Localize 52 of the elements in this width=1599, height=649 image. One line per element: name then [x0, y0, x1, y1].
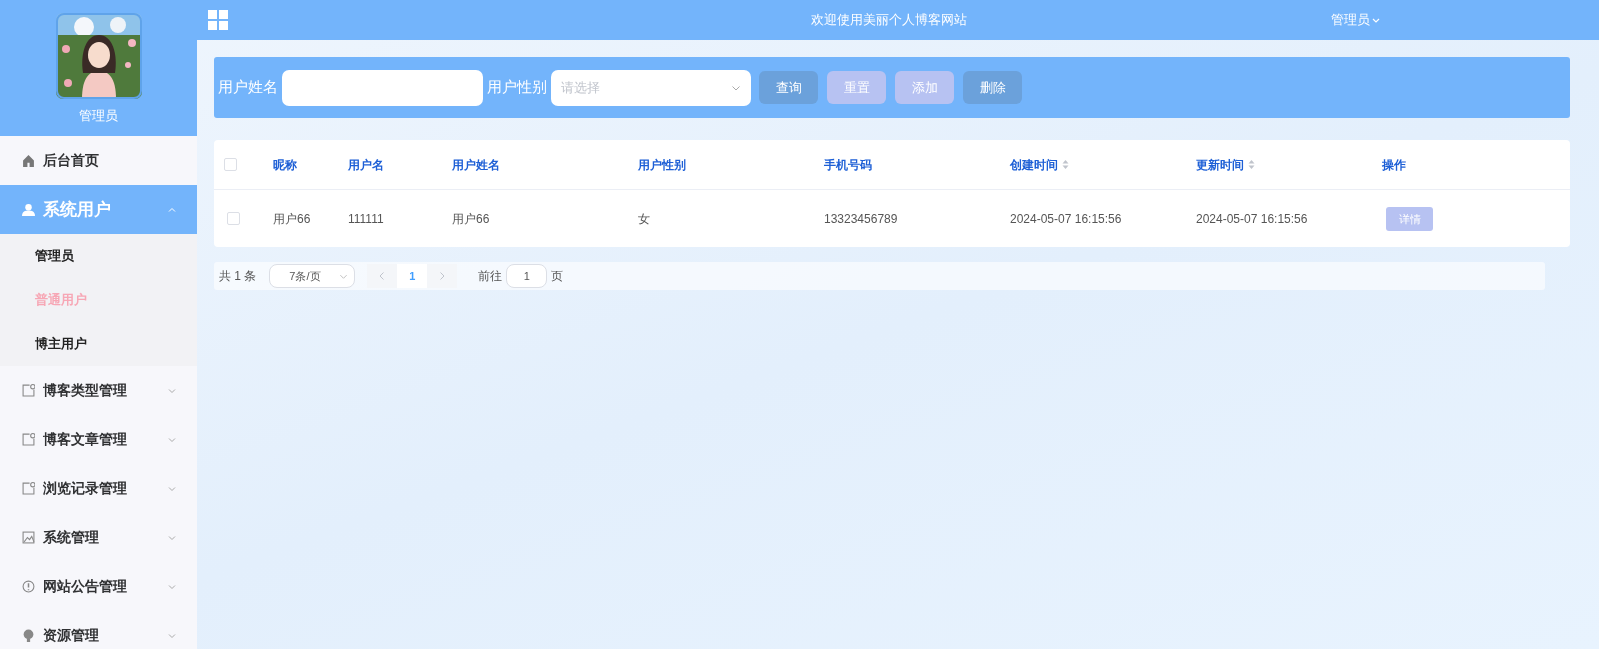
column-header: 用户性别	[638, 156, 686, 174]
page-size-select[interactable]: 7条/页	[269, 264, 356, 288]
column-header: 昵称	[273, 156, 297, 174]
field-label: 用户性别	[487, 77, 547, 98]
table-cell-text: 用户66	[452, 210, 491, 228]
field-label: 用户姓名	[218, 77, 278, 98]
document-icon	[22, 384, 35, 397]
submenu-item[interactable]: 博主用户	[0, 322, 197, 366]
page-input[interactable]: 1	[506, 264, 548, 288]
column-header: 用户名	[348, 156, 384, 174]
checkbox[interactable]	[224, 158, 237, 171]
column-header[interactable]: 创建时间	[1010, 155, 1069, 174]
menu-item[interactable]: 系统管理	[0, 513, 197, 562]
column-header[interactable]: 更新时间	[1196, 155, 1255, 174]
table-cell-text: 用户66	[272, 210, 312, 228]
table-cell-text: 13323456789	[824, 210, 899, 228]
menu-item[interactable]: 博客类型管理	[0, 366, 197, 415]
document-icon	[22, 433, 35, 446]
submenu-item[interactable]: 管理员	[0, 234, 197, 278]
user-icon	[22, 203, 35, 216]
column-header: 手机号码	[824, 156, 872, 174]
site-title: 欢迎使用美丽个人博客网站	[811, 11, 967, 30]
document-icon	[22, 482, 35, 495]
menu-item[interactable]: 浏览记录管理	[0, 464, 197, 513]
alert-icon	[22, 580, 35, 593]
table-cell-text: 2024-05-07 16:15:56	[1196, 210, 1309, 228]
menu-item[interactable]: 网站公告管理	[0, 562, 197, 611]
sort-icon[interactable]	[1062, 159, 1069, 170]
table-cell-text: 111111	[348, 210, 385, 228]
goto-label: 前往	[478, 268, 503, 285]
sort-icon[interactable]	[1248, 159, 1255, 170]
menu-item[interactable]: 后台首页	[0, 136, 197, 185]
input-field[interactable]	[282, 69, 483, 106]
lightbulb-icon	[22, 629, 35, 642]
image-icon	[22, 531, 35, 544]
user-name: 管理员	[79, 107, 118, 125]
table-cell-text: 女	[638, 210, 651, 228]
goto-suffix: 页	[551, 268, 564, 285]
menu-item[interactable]: 资源管理	[0, 611, 197, 649]
prev-page-button[interactable]	[367, 264, 398, 288]
checkbox[interactable]	[227, 212, 240, 225]
chevron-down-icon	[1372, 16, 1380, 24]
menu-item[interactable]: 博客文章管理	[0, 415, 197, 464]
chevron-right-icon	[438, 271, 447, 281]
grid-menu-icon[interactable]	[208, 10, 228, 30]
chevron-left-icon	[378, 271, 387, 281]
total-count: 共 1 条	[219, 268, 257, 285]
home-icon	[22, 154, 35, 167]
table-cell-text: 2024-05-07 16:15:56	[1010, 210, 1123, 228]
next-page-button[interactable]	[427, 264, 458, 288]
column-header: 操作	[1382, 156, 1406, 174]
column-header: 用户姓名	[452, 156, 500, 174]
